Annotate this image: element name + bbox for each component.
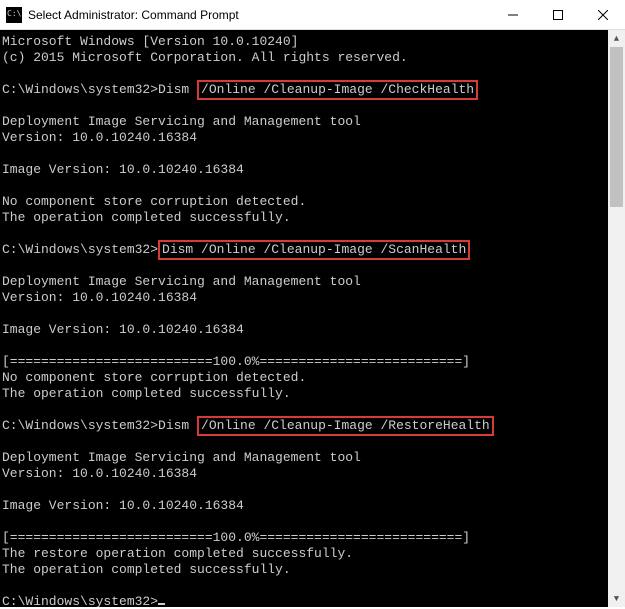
terminal-line: Image Version: 10.0.10240.16384 xyxy=(2,322,244,337)
terminal-line: C:\Windows\system32>Dism xyxy=(2,82,197,97)
terminal-line: Image Version: 10.0.10240.16384 xyxy=(2,498,244,513)
terminal-line: No component store corruption detected. xyxy=(2,194,306,209)
terminal-line: The restore operation completed successf… xyxy=(2,546,353,561)
terminal-line: Version: 10.0.10240.16384 xyxy=(2,130,197,145)
minimize-button[interactable] xyxy=(490,0,535,29)
terminal-line: No component store corruption detected. xyxy=(2,370,306,385)
terminal-line: Microsoft Windows [Version 10.0.10240] xyxy=(2,34,298,49)
close-button[interactable] xyxy=(580,0,625,29)
terminal-line: [==========================100.0%=======… xyxy=(2,354,470,369)
terminal-line: Deployment Image Servicing and Managemen… xyxy=(2,274,361,289)
terminal-line: The operation completed successfully. xyxy=(2,386,291,401)
terminal-line: Image Version: 10.0.10240.16384 xyxy=(2,162,244,177)
terminal-line: Deployment Image Servicing and Managemen… xyxy=(2,450,361,465)
vertical-scrollbar[interactable]: ▲ ▼ xyxy=(608,30,625,607)
terminal-line: C:\Windows\system32>Dism xyxy=(2,418,197,433)
terminal-line: [==========================100.0%=======… xyxy=(2,530,470,545)
terminal-line: (c) 2015 Microsoft Corporation. All righ… xyxy=(2,50,408,65)
terminal-line: Version: 10.0.10240.16384 xyxy=(2,290,197,305)
terminal-line: Deployment Image Servicing and Managemen… xyxy=(2,114,361,129)
terminal-output[interactable]: Microsoft Windows [Version 10.0.10240] (… xyxy=(0,30,608,607)
highlight-checkhealth: /Online /Cleanup-Image /CheckHealth xyxy=(197,80,478,100)
scroll-down-button[interactable]: ▼ xyxy=(608,590,625,607)
highlight-restorehealth: /Online /Cleanup-Image /RestoreHealth xyxy=(197,416,494,436)
scroll-thumb[interactable] xyxy=(610,47,623,207)
terminal-prompt: C:\Windows\system32> xyxy=(2,594,158,607)
terminal-line: C:\Windows\system32> xyxy=(2,242,158,257)
terminal-line: The operation completed successfully. xyxy=(2,210,291,225)
window-titlebar: Select Administrator: Command Prompt xyxy=(0,0,625,30)
terminal-line: The operation completed successfully. xyxy=(2,562,291,577)
window-controls xyxy=(490,0,625,29)
cmd-icon xyxy=(6,7,22,23)
maximize-button[interactable] xyxy=(535,0,580,29)
terminal-line: Version: 10.0.10240.16384 xyxy=(2,466,197,481)
window-title: Select Administrator: Command Prompt xyxy=(28,8,490,22)
scroll-up-button[interactable]: ▲ xyxy=(608,30,625,47)
cursor xyxy=(158,603,165,605)
highlight-scanhealth: Dism /Online /Cleanup-Image /ScanHealth xyxy=(158,240,470,260)
